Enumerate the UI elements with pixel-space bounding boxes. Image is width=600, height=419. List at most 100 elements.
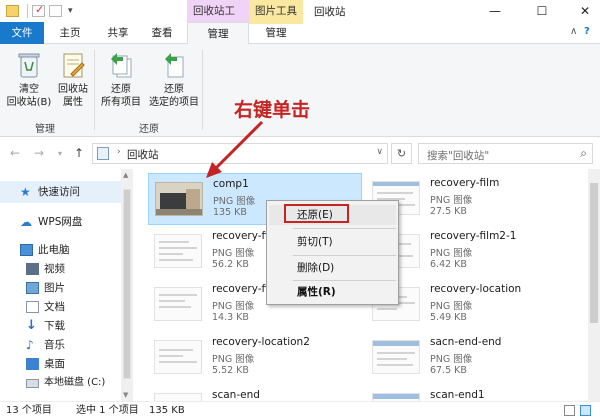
file-size: 56.2 KB: [212, 259, 249, 270]
quick-access-toolbar: ▾: [6, 3, 73, 19]
scroll-up-icon[interactable]: ▲: [123, 171, 128, 179]
tab-manage-picture[interactable]: 管理: [249, 22, 303, 44]
empty-recycle-bin-button[interactable]: 清空 回收站(B): [6, 50, 52, 109]
selection-size: 135 KB: [149, 405, 185, 416]
details-view-icon[interactable]: [564, 405, 575, 416]
chevron-right-icon[interactable]: ›: [117, 147, 121, 157]
nav-label: WPS网盘: [38, 216, 83, 228]
content-scrollbar[interactable]: [588, 169, 600, 401]
large-icons-view-icon[interactable]: [580, 405, 591, 416]
ribbon: 清空 回收站(B) 回收站 属性 还原 所有项目 还原 选定的项目 管理 还原: [0, 44, 600, 137]
file-type: PNG 图像: [430, 248, 473, 259]
menu-item-delete[interactable]: 删除(D): [269, 258, 396, 278]
search-input[interactable]: 搜索"回收站" ⌕: [418, 143, 593, 164]
address-row: ← → ▾ ↑ › 回收站 ∨ ↻ 搜索"回收站" ⌕: [0, 137, 600, 169]
selection-count: 选中 1 个项目: [76, 405, 139, 416]
file-name: sacn-end-end: [430, 336, 502, 348]
collapse-ribbon-icon[interactable]: ∧: [570, 26, 577, 37]
file-item-scan-end1[interactable]: scan-end1: [366, 385, 580, 401]
help-icon[interactable]: ?: [584, 26, 590, 37]
item-count: 13 个项目: [6, 405, 52, 416]
nav-label: 快速访问: [38, 186, 80, 198]
close-button[interactable]: ✕: [570, 0, 600, 22]
nav-scrollbar[interactable]: ▲ ▼: [121, 169, 133, 401]
desktop-icon: [26, 358, 39, 370]
restore-all-icon: [107, 50, 135, 80]
recent-locations-icon[interactable]: ▾: [58, 149, 62, 158]
breadcrumb[interactable]: 回收站: [127, 147, 159, 162]
search-icon: ⌕: [580, 146, 587, 160]
recycle-bin-small-icon: [97, 147, 109, 160]
divider: [293, 228, 396, 229]
button-label: 回收站: [58, 84, 88, 95]
navigation-pane: ★ 快速访问 ☁ WPS网盘 此电脑 视频 图片 文档 ↓ 下载 ♪ 音乐 桌面…: [0, 169, 133, 401]
button-label: 所有项目: [101, 97, 141, 108]
recycle-bin-properties-button[interactable]: 回收站 属性: [54, 50, 92, 109]
image-thumbnail: [154, 287, 202, 321]
star-icon: ★: [20, 185, 31, 199]
chevron-down-icon[interactable]: ∨: [376, 147, 383, 157]
up-arrow-icon[interactable]: ↑: [74, 146, 84, 160]
status-bar: 13 个项目 选中 1 个项目 135 KB: [0, 401, 600, 419]
music-icon: ♪: [26, 338, 34, 352]
scroll-thumb[interactable]: [123, 189, 131, 379]
nav-item-wps[interactable]: ☁ WPS网盘: [0, 211, 122, 233]
picture-icon: [26, 282, 39, 294]
file-size: 5.49 KB: [430, 312, 467, 323]
highlight-box: [284, 204, 349, 223]
ribbon-tabs: 文件 主页 共享 查看 管理 管理 ∧ ?: [0, 22, 600, 74]
file-item-scan-end[interactable]: scan-end: [148, 385, 362, 401]
properties-quick-icon[interactable]: [32, 3, 45, 17]
group-label-restore: 还原: [139, 124, 159, 135]
download-icon: ↓: [26, 318, 37, 333]
file-size: 67.5 KB: [430, 365, 467, 376]
tab-view[interactable]: 查看: [140, 22, 184, 44]
file-type: PNG 图像: [430, 195, 473, 206]
file-type: PNG 图像: [212, 248, 255, 259]
scroll-down-icon[interactable]: ▼: [123, 391, 128, 399]
menu-item-properties[interactable]: 属性(R): [269, 282, 396, 302]
refresh-button[interactable]: ↻: [391, 143, 412, 164]
drive-icon: [26, 379, 39, 388]
button-label: 还原: [164, 84, 184, 95]
file-type: PNG 图像: [430, 301, 473, 312]
video-icon: [26, 263, 39, 275]
customize-toolbar-icon[interactable]: ▾: [68, 6, 73, 16]
divider: [293, 280, 396, 281]
nav-item-local-disk[interactable]: 本地磁盘 (C:): [0, 372, 122, 394]
divider: [27, 4, 28, 18]
tab-home[interactable]: 主页: [48, 22, 92, 44]
forward-arrow-icon[interactable]: →: [34, 146, 44, 160]
file-type: PNG 图像: [430, 354, 473, 365]
file-item-sacn-end-end[interactable]: sacn-end-end PNG 图像 67.5 KB: [366, 332, 580, 384]
divider: [94, 50, 95, 130]
new-folder-quick-icon[interactable]: [49, 5, 62, 17]
file-item-recovery-location2[interactable]: recovery-location2 PNG 图像 5.52 KB: [148, 332, 362, 384]
file-size: 6.42 KB: [430, 259, 467, 270]
recycle-bin-icon: [15, 50, 43, 80]
file-type: PNG 图像: [212, 301, 255, 312]
folder-icon: [6, 5, 19, 17]
address-bar[interactable]: › 回收站 ∨: [92, 143, 388, 164]
file-size: 14.3 KB: [212, 312, 249, 323]
annotation-label: 右键单击: [234, 99, 311, 121]
file-name: recovery-film: [430, 177, 500, 189]
file-size: 27.5 KB: [430, 206, 467, 217]
minimize-button[interactable]: —: [480, 0, 510, 22]
refresh-icon: ↻: [396, 147, 407, 160]
restore-all-button[interactable]: 还原 所有项目: [98, 50, 144, 109]
back-arrow-icon[interactable]: ←: [10, 146, 20, 160]
tab-manage-recycle[interactable]: 管理: [187, 22, 249, 45]
tab-share[interactable]: 共享: [96, 22, 140, 44]
menu-item-cut[interactable]: 剪切(T): [269, 232, 396, 252]
button-label: 清空: [19, 84, 39, 95]
maximize-button[interactable]: ☐: [527, 0, 557, 22]
restore-selected-icon: [160, 50, 188, 80]
button-label: 属性: [63, 97, 83, 108]
scroll-thumb[interactable]: [590, 183, 598, 323]
image-thumbnail: [372, 340, 420, 374]
restore-selected-button[interactable]: 还原 选定的项目: [148, 50, 200, 109]
search-placeholder: 搜索"回收站": [427, 150, 490, 162]
image-thumbnail: [154, 234, 202, 268]
nav-item-quick-access[interactable]: ★ 快速访问: [0, 181, 122, 203]
